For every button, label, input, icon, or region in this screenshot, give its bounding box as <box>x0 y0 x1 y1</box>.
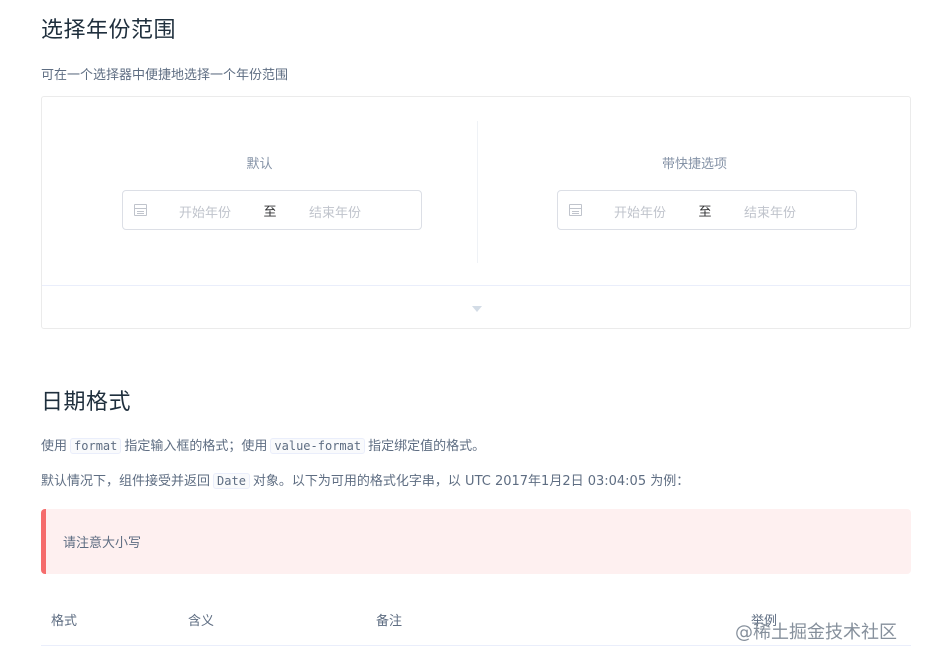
text: 使用 <box>41 439 68 454</box>
demo-default: 默认 开始年份 至 结束年份 <box>42 97 477 285</box>
demo-block: 默认 开始年份 至 结束年份 带快捷选项 开始年份 至 结束年份 <box>41 96 911 329</box>
year-range-picker[interactable]: 开始年份 至 结束年份 <box>122 190 422 230</box>
calendar-icon <box>569 204 582 216</box>
text: 指定绑定值的格式。 <box>368 439 486 454</box>
format-paragraph: 使用 format 指定输入框的格式；使用 value-format 指定绑定值的格式。 <box>41 435 485 454</box>
text: 指定输入框的格式；使用 <box>124 439 268 454</box>
table-header-note: 备注 <box>376 614 403 629</box>
end-year-input[interactable]: 结束年份 <box>728 202 812 221</box>
section-description: 可在一个选择器中便捷地选择一个年份范围 <box>41 68 289 83</box>
table-header-meaning: 含义 <box>188 614 215 629</box>
code-format: format <box>70 438 122 454</box>
text: 默认情况下，组件接受并返回 <box>41 474 211 489</box>
caret-down-icon <box>472 306 482 312</box>
section-title-year-range: 选择年份范围 <box>41 18 177 43</box>
year-range-picker-shortcuts[interactable]: 开始年份 至 结束年份 <box>557 190 857 230</box>
start-year-input[interactable]: 开始年份 <box>163 202 247 221</box>
tip-box: 请注意大小写 <box>41 509 911 574</box>
range-separator: 至 <box>263 205 277 220</box>
calendar-icon <box>134 204 147 216</box>
watermark: @稀土掘金技术社区 <box>735 622 897 643</box>
section-title-date-format: 日期格式 <box>41 390 132 415</box>
code-value-format: value-format <box>270 438 366 454</box>
start-year-input[interactable]: 开始年份 <box>598 202 682 221</box>
demo-label: 默认 <box>246 157 273 172</box>
code-date: Date <box>213 473 250 489</box>
range-separator: 至 <box>698 205 712 220</box>
text: 对象。以下为可用的格式化字串，以 UTC 2017年1月2日 03:04:05 … <box>252 474 690 489</box>
table-header-format: 格式 <box>51 614 78 629</box>
demo-label: 带快捷选项 <box>661 157 727 172</box>
demo-shortcuts: 带快捷选项 开始年份 至 结束年份 <box>477 97 912 285</box>
default-paragraph: 默认情况下，组件接受并返回 Date 对象。以下为可用的格式化字串，以 UTC 20… <box>41 470 689 489</box>
demo-expand-toggle[interactable] <box>42 285 910 329</box>
tip-text: 请注意大小写 <box>63 536 142 551</box>
end-year-input[interactable]: 结束年份 <box>293 202 377 221</box>
